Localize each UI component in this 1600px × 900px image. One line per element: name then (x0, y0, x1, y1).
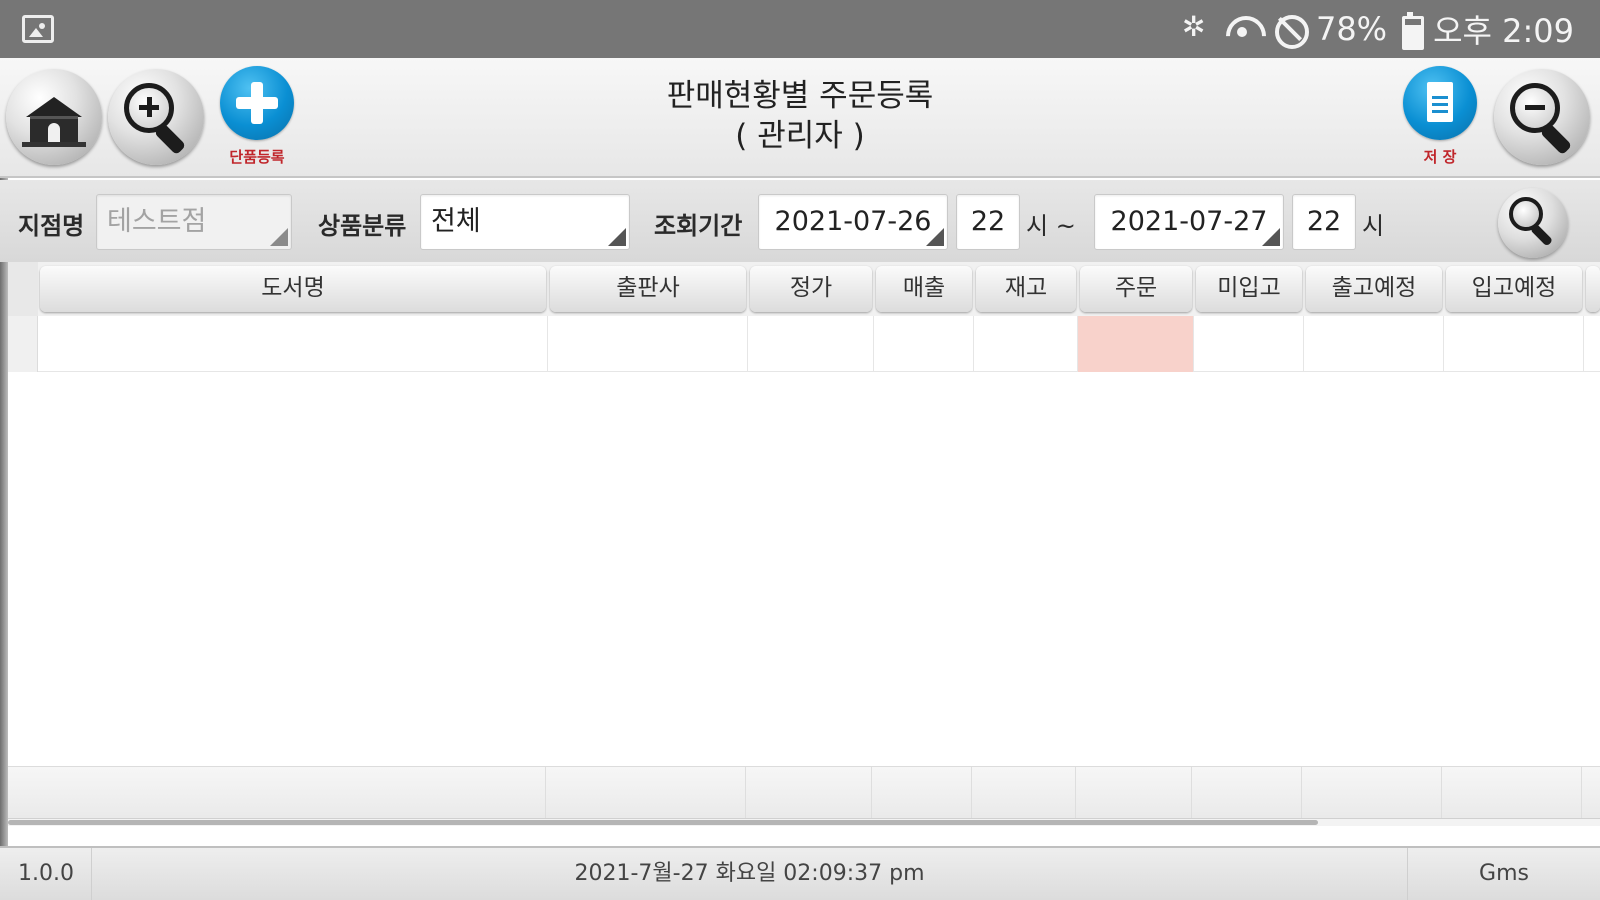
row-header-stub (8, 262, 38, 316)
end-hour-input[interactable]: 22 (1292, 194, 1356, 250)
bluetooth-icon (1180, 10, 1210, 46)
column-header-publisher[interactable]: 출판사 (550, 266, 746, 312)
branch-value: 테스트점 (107, 206, 207, 237)
save-button[interactable]: 저 장 (1395, 62, 1485, 174)
home-icon (20, 89, 88, 149)
dropdown-corner-icon (1262, 228, 1280, 246)
do-not-disturb-icon (1274, 12, 1309, 49)
clock: 오후 2:09 (1433, 12, 1574, 50)
zoom-out-button[interactable] (1494, 69, 1590, 165)
status-bar: 78% 오후 2:09 (0, 0, 1600, 58)
image-icon (22, 15, 54, 43)
summary-row (8, 766, 1600, 819)
cell-scheduled-out[interactable] (1304, 316, 1444, 372)
cell-not-received[interactable] (1194, 316, 1304, 372)
add-item-label: 단품등록 (229, 148, 285, 166)
column-header-scheduled-in[interactable]: 입고예정 (1446, 266, 1582, 312)
zoom-in-icon (124, 83, 194, 156)
start-date-value: 2021-07-26 (774, 206, 932, 237)
horizontal-scrollbar[interactable] (8, 818, 1600, 826)
category-select[interactable]: 전체 (420, 194, 630, 250)
user-name: Gms (1479, 861, 1529, 886)
end-date-value: 2021-07-27 (1110, 206, 1268, 237)
end-hour-suffix: 시 (1362, 212, 1385, 240)
footer-status-bar: 1.0.0 2021-7월-27 화요일 02:09:37 pm Gms (0, 846, 1600, 900)
zoom-in-button[interactable] (108, 69, 204, 165)
grid-header: 도서명 출판사 정가 매출 재고 주문 미입고 출고예정 입고예정 (8, 262, 1600, 316)
app-version: 1.0.0 (8, 848, 92, 900)
cell-publisher[interactable] (548, 316, 748, 372)
page-title-role: ( 관리자 ) (735, 118, 865, 154)
status-icons: 78% 오후 2:09 (1180, 8, 1574, 50)
category-value: 전체 (431, 206, 481, 237)
cell-stock[interactable] (974, 316, 1078, 372)
filter-bar: 지점명 테스트점 상품분류 전체 조회기간 2021-07-26 22 시 ~ … (0, 180, 1600, 262)
search-button[interactable] (1498, 188, 1568, 258)
start-hour-suffix: 시 ~ (1026, 212, 1076, 240)
column-header-title[interactable]: 도서명 (40, 266, 546, 312)
document-icon (1403, 66, 1477, 140)
battery-icon (1399, 12, 1425, 50)
dropdown-corner-icon (926, 228, 944, 246)
page-title-main: 판매현황별 주문등록 (666, 78, 934, 114)
add-item-button[interactable]: 단품등록 (212, 62, 302, 174)
dropdown-corner-icon (270, 228, 288, 246)
start-hour-value: 22 (970, 206, 1006, 237)
home-button[interactable] (6, 69, 102, 165)
start-date-picker[interactable]: 2021-07-26 (758, 194, 948, 250)
scrollbar-thumb[interactable] (8, 820, 1318, 825)
wifi-icon (1222, 12, 1262, 46)
page-title: 판매현황별 주문등록 ( 관리자 ) (520, 76, 1080, 156)
cell-price[interactable] (748, 316, 874, 372)
plus-icon (220, 66, 294, 140)
start-hour-input[interactable]: 22 (956, 194, 1020, 250)
branch-label: 지점명 (18, 212, 85, 240)
branch-select[interactable]: 테스트점 (96, 194, 292, 250)
column-header-stock[interactable]: 재고 (976, 266, 1076, 312)
column-header-overflow (1586, 266, 1600, 312)
table-row[interactable] (8, 316, 1600, 372)
cell-scheduled-in[interactable] (1444, 316, 1584, 372)
order-grid: 도서명 출판사 정가 매출 재고 주문 미입고 출고예정 입고예정 (8, 262, 1600, 826)
column-header-sales[interactable]: 매출 (876, 266, 972, 312)
cell-title[interactable] (38, 316, 548, 372)
save-label: 저 장 (1423, 148, 1457, 166)
toolbar: 단품등록 판매현황별 주문등록 ( 관리자 ) 저 장 (0, 58, 1600, 178)
end-date-picker[interactable]: 2021-07-27 (1094, 194, 1284, 250)
column-header-order[interactable]: 주문 (1080, 266, 1192, 312)
period-label: 조회기간 (654, 212, 743, 240)
column-header-scheduled-out[interactable]: 출고예정 (1306, 266, 1442, 312)
cell-sales[interactable] (874, 316, 974, 372)
row-stub (8, 316, 38, 372)
battery-percent: 78% (1315, 10, 1388, 48)
zoom-out-icon (1510, 83, 1580, 156)
end-hour-value: 22 (1306, 206, 1342, 237)
current-datetime: 2021-7월-27 화요일 02:09:37 pm (92, 848, 1408, 900)
column-header-not-received[interactable]: 미입고 (1196, 266, 1302, 312)
category-label: 상품분류 (318, 212, 407, 240)
cell-order[interactable] (1078, 316, 1194, 372)
column-header-price[interactable]: 정가 (750, 266, 872, 312)
dropdown-corner-icon (608, 228, 626, 246)
